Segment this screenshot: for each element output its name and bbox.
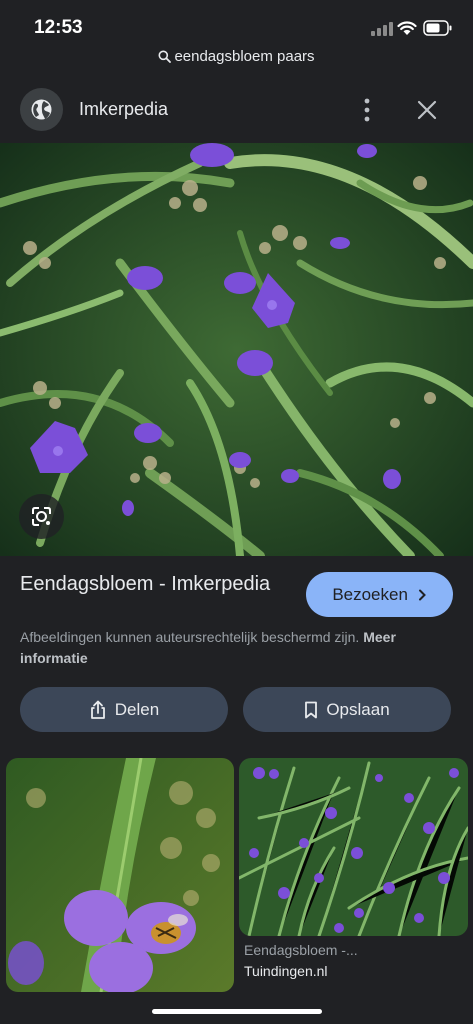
related-image-bee-flower[interactable] xyxy=(6,758,234,992)
share-icon xyxy=(90,700,105,719)
visit-button-label: Bezoeken xyxy=(332,584,408,604)
search-query-text: eendagsbloem paars xyxy=(174,48,315,65)
search-query-bar[interactable]: eendagsbloem paars xyxy=(0,48,473,65)
lens-icon xyxy=(32,507,51,526)
close-icon[interactable] xyxy=(416,99,438,121)
wifi-icon xyxy=(397,21,417,35)
related-image-title[interactable]: Eendagsbloem -... xyxy=(244,942,358,958)
result-title[interactable]: Eendagsbloem - Imkerpedia xyxy=(20,571,290,597)
visit-button[interactable]: Bezoeken xyxy=(306,572,453,617)
cellular-signal-icon xyxy=(371,22,393,36)
chevron-right-icon xyxy=(418,589,426,600)
bookmark-icon xyxy=(305,701,318,718)
search-icon xyxy=(158,50,172,63)
lens-button[interactable] xyxy=(19,494,64,539)
site-favicon xyxy=(20,88,63,131)
bottom-bar xyxy=(0,992,473,1024)
copyright-notice: Afbeeldingen kunnen auteursrechtelijk be… xyxy=(20,627,450,669)
share-button-label: Delen xyxy=(114,699,160,719)
more-vert-icon[interactable] xyxy=(357,97,377,123)
source-site-name[interactable]: Imkerpedia xyxy=(79,99,168,120)
save-button[interactable]: Opslaan xyxy=(243,687,451,732)
battery-icon xyxy=(423,20,452,36)
related-image-source: Tuindingen.nl xyxy=(244,963,328,979)
globe-icon xyxy=(31,99,52,120)
related-image-flower-bed[interactable] xyxy=(239,758,468,936)
copyright-text: Afbeeldingen kunnen auteursrechtelijk be… xyxy=(20,629,360,645)
share-button[interactable]: Delen xyxy=(20,687,228,732)
save-button-label: Opslaan xyxy=(326,699,390,719)
main-image-flowers[interactable] xyxy=(0,143,473,556)
status-time: 12:53 xyxy=(34,17,83,38)
home-indicator[interactable] xyxy=(152,1009,322,1014)
